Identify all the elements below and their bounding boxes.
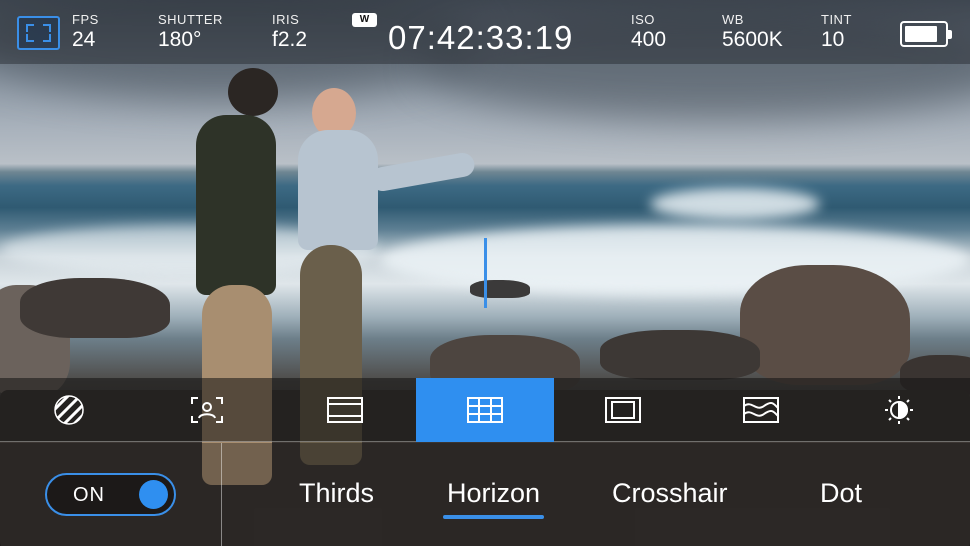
tab-focus-assist[interactable] (138, 378, 276, 442)
wb-stat[interactable]: WB 5600K (722, 13, 783, 53)
overlay-tools-tabs (0, 378, 970, 442)
tint-stat[interactable]: TINT 10 (821, 13, 852, 53)
frame-icon[interactable] (17, 16, 60, 50)
tab-safe-area[interactable] (554, 378, 692, 442)
option-crosshair[interactable]: Crosshair (612, 476, 728, 510)
frame-guides-icon (327, 397, 363, 423)
iris-value: f2.2 (272, 28, 308, 51)
fps-value: 24 (72, 28, 96, 51)
option-horizon[interactable]: Horizon (442, 476, 545, 519)
iso-value: 400 (631, 28, 667, 51)
tab-grids[interactable] (416, 378, 554, 442)
timecode[interactable]: 07:42:33:19 (388, 18, 573, 58)
shutter-stat[interactable]: SHUTTER 180° (158, 13, 223, 53)
iris-label: IRIS (272, 12, 300, 27)
tab-frame-guides[interactable] (276, 378, 414, 442)
tab-brightness[interactable] (830, 378, 968, 442)
wb-label: WB (722, 12, 744, 27)
grid-toggle[interactable]: ON (45, 473, 176, 516)
tint-label: TINT (821, 12, 852, 27)
safe-area-icon (605, 397, 641, 423)
shutter-value: 180° (158, 28, 202, 51)
brightness-icon (885, 396, 913, 424)
shutter-label: SHUTTER (158, 12, 223, 27)
tab-false-color[interactable] (692, 378, 830, 442)
fps-label: FPS (72, 12, 99, 27)
option-thirds[interactable]: Thirds (299, 476, 374, 510)
zebra-icon (54, 395, 84, 425)
wb-value: 5600K (722, 28, 783, 51)
status-bar: FPS 24 SHUTTER 180° IRIS f2.2 W 07:42:33… (0, 0, 970, 64)
iris-stat[interactable]: IRIS f2.2 (272, 13, 307, 53)
option-dot[interactable]: Dot (820, 476, 862, 510)
battery-fill (905, 26, 938, 42)
battery-icon[interactable] (900, 21, 952, 47)
toggle-knob (139, 480, 168, 509)
horizon-indicator (484, 238, 487, 308)
iso-stat[interactable]: ISO 400 (631, 13, 666, 53)
focus-assist-icon (191, 397, 223, 423)
false-color-icon (743, 397, 779, 423)
tab-zebra[interactable] (0, 378, 138, 442)
tint-value: 10 (821, 28, 845, 51)
options-divider (221, 443, 222, 546)
w-badge: W (352, 13, 377, 27)
fps-stat[interactable]: FPS 24 (72, 13, 99, 53)
grid-icon (467, 397, 503, 423)
grid-toggle-label: ON (73, 484, 105, 506)
iso-label: ISO (631, 12, 655, 27)
